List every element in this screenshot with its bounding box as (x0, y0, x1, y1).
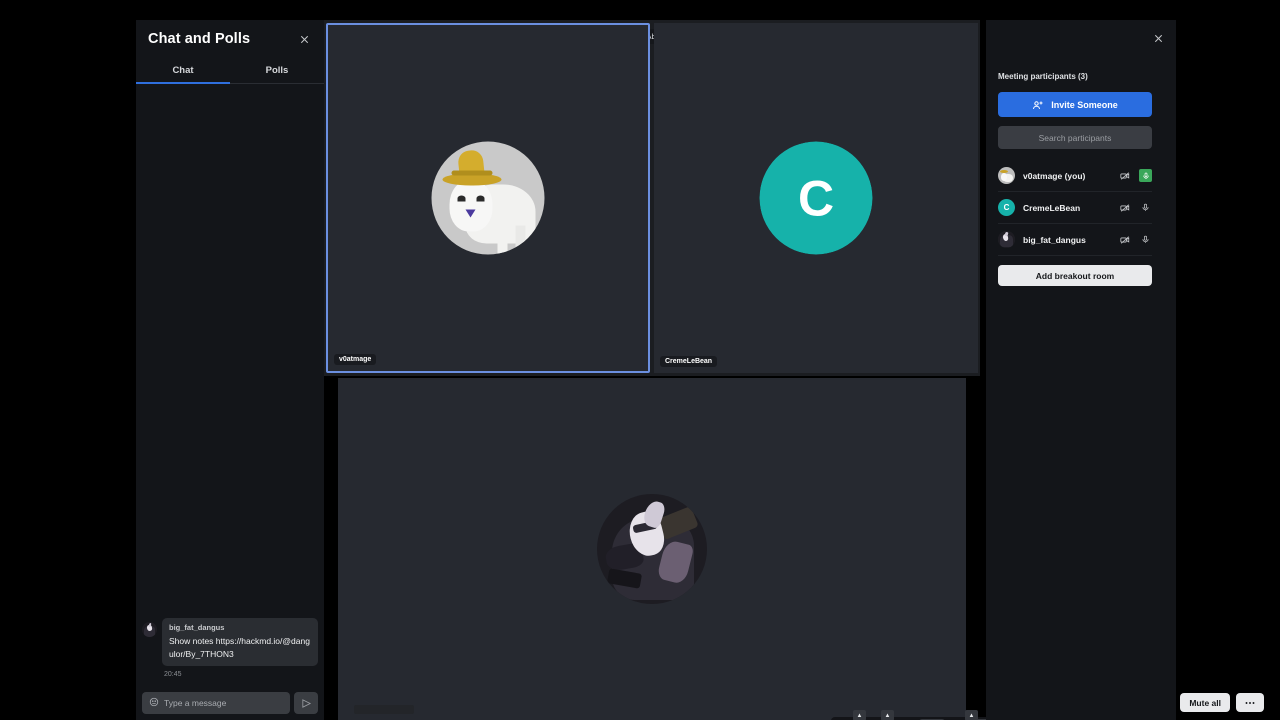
filmstrip: jitsi 5 E 9 C 7455529 D 9 Ea 6 Cb 058 Ab… (324, 20, 980, 376)
chat-input[interactable]: Type a message (142, 692, 290, 714)
camera-off-icon[interactable] (1118, 201, 1131, 214)
avatar (998, 167, 1015, 184)
participant-row-big-fat-dangus[interactable]: big_fat_dangus (998, 224, 1152, 256)
invite-someone-label: Invite Someone (1051, 99, 1118, 110)
participants-list: v0atmage (you) C CremeLeBean big_fat_dan… (998, 160, 1152, 256)
message-author: big_fat_dangus (169, 623, 225, 633)
tab-chat[interactable]: Chat (136, 58, 230, 84)
close-icon[interactable] (294, 29, 314, 49)
smiley-icon[interactable] (149, 694, 159, 712)
participant-row-cremelebean[interactable]: C CremeLeBean (998, 192, 1152, 224)
search-participants-input[interactable]: Search participants (998, 126, 1152, 149)
chat-input-placeholder: Type a message (164, 698, 227, 708)
bottom-right-controls: Mute all (1180, 693, 1264, 712)
message-text: Show notes https://hackmd.io/@dangulor/B… (169, 636, 310, 659)
participants-panel-title: Meeting participants (3) (998, 72, 1088, 81)
video-tile-v0atmage[interactable]: v0atmage (326, 23, 650, 373)
tile-label: CremeLeBean (660, 356, 718, 367)
add-breakout-room-button[interactable]: Add breakout room (998, 265, 1152, 286)
chat-panel: Chat and Polls Chat Polls big_fat_dangus… (136, 20, 324, 720)
chat-panel-title: Chat and Polls (148, 31, 251, 47)
mic-icon[interactable] (1139, 201, 1152, 214)
add-person-icon (1033, 100, 1043, 109)
message-bubble: big_fat_dangus Show notes https://hackmd… (162, 618, 318, 666)
chat-message: big_fat_dangus Show notes https://hackmd… (142, 618, 318, 678)
message-timestamp: 20:45 (164, 671, 182, 678)
main-video-stage[interactable] (338, 378, 966, 720)
invite-someone-button[interactable]: Invite Someone (998, 92, 1152, 117)
avatar: C (998, 199, 1015, 216)
avatar (142, 622, 157, 638)
chat-tabs: Chat Polls (136, 58, 324, 84)
camera-off-icon[interactable] (1118, 233, 1131, 246)
avatar: C (759, 141, 873, 255)
jitsi-meet-window: Chat and Polls Chat Polls big_fat_dangus… (0, 0, 1280, 720)
avatar-initial: C (759, 141, 873, 255)
participants-panel: Meeting participants (3) Invite Someone … (986, 20, 1176, 720)
video-tile-cremelebean[interactable]: C CremeLeBean (654, 23, 978, 373)
mute-all-button[interactable]: Mute all (1180, 693, 1230, 712)
participant-row-v0atmage[interactable]: v0atmage (you) (998, 160, 1152, 192)
avatar (597, 494, 707, 604)
tile-label (354, 705, 414, 714)
mic-icon[interactable] (1139, 233, 1152, 246)
more-icon[interactable] (1236, 693, 1264, 712)
participant-name: big_fat_dangus (1023, 234, 1086, 245)
tile-label: v0atmage (334, 354, 377, 365)
avatar (998, 231, 1015, 248)
mic-icon[interactable] (1139, 169, 1152, 182)
chat-input-bar: Type a message (142, 692, 318, 714)
search-placeholder: Search participants (1038, 132, 1112, 143)
avatar (431, 141, 545, 255)
send-icon[interactable] (294, 692, 318, 714)
participant-name: CremeLeBean (1023, 202, 1081, 213)
tab-polls[interactable]: Polls (230, 58, 324, 83)
video-stage: jitsi 5 E 9 C 7455529 D 9 Ea 6 Cb 058 Ab… (324, 20, 1093, 720)
participant-name: v0atmage (you) (1023, 170, 1086, 181)
camera-off-icon[interactable] (1118, 169, 1131, 182)
close-icon[interactable] (1148, 28, 1168, 48)
chat-panel-header: Chat and Polls (136, 20, 324, 58)
chat-message-list: big_fat_dangus Show notes https://hackmd… (136, 84, 324, 720)
